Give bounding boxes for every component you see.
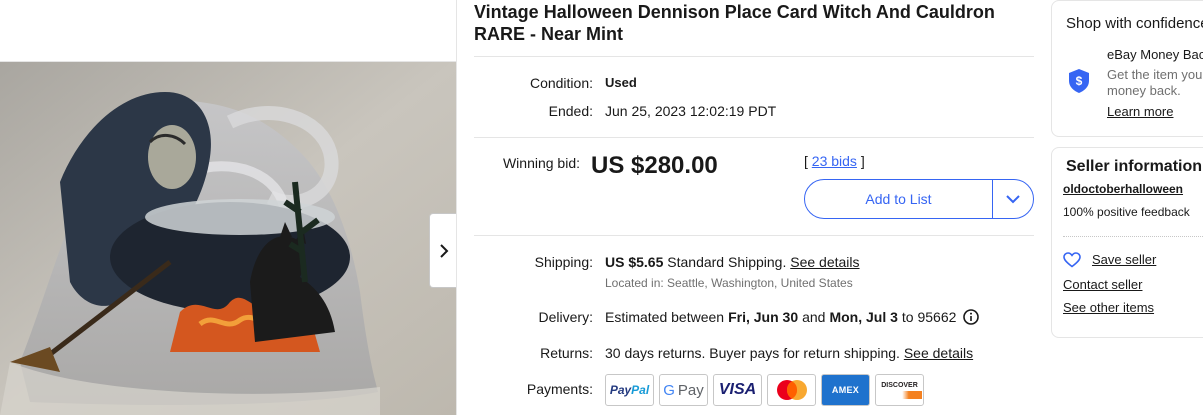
divider bbox=[1063, 236, 1203, 237]
seller-feedback-score: 100% positive feedback bbox=[1063, 205, 1190, 219]
item-title: Vintage Halloween Dennison Place Card Wi… bbox=[474, 2, 995, 44]
shipping-label: Shipping: bbox=[534, 254, 593, 270]
returns-text: 30 days returns. Buyer pays for return s… bbox=[605, 345, 900, 361]
image-gallery bbox=[0, 0, 457, 415]
shipping-method: Standard Shipping. bbox=[667, 254, 787, 270]
payment-methods: Pay Pal G Pay VISA AMEX DISCOVER bbox=[605, 374, 924, 406]
svg-text:$: $ bbox=[1076, 74, 1083, 88]
guarantee-description-line-2: money back. bbox=[1107, 83, 1181, 98]
save-seller-link[interactable]: Save seller bbox=[1092, 252, 1156, 267]
payments-label: Payments: bbox=[526, 381, 593, 397]
shipping-see-details-link[interactable]: See details bbox=[790, 254, 859, 270]
shield-dollar-icon: $ bbox=[1069, 69, 1089, 93]
chevron-right-icon bbox=[439, 243, 448, 258]
amex-logo: AMEX bbox=[821, 374, 870, 406]
bids-bracket-open: [ bbox=[804, 153, 808, 169]
delivery-end-date: Mon, Jul 3 bbox=[829, 309, 898, 325]
learn-more-link[interactable]: Learn more bbox=[1107, 104, 1173, 119]
delivery-label: Delivery: bbox=[538, 309, 593, 325]
delivery-prefix: Estimated between bbox=[605, 309, 725, 325]
winning-bid-price: US $280.00 bbox=[591, 152, 718, 179]
returns-value: 30 days returns. Buyer pays for return s… bbox=[605, 345, 973, 361]
shop-with-confidence-card: Shop with confidence $ eBay Money Back G… bbox=[1051, 0, 1203, 137]
bids-bracket-close: ] bbox=[860, 153, 865, 169]
ended-label: Ended: bbox=[548, 103, 593, 119]
item-photo[interactable] bbox=[0, 62, 457, 415]
guarantee-description-line-1: Get the item you ordered or get your bbox=[1107, 67, 1203, 82]
chevron-down-icon bbox=[1006, 194, 1020, 203]
info-icon[interactable] bbox=[963, 309, 980, 325]
delivery-value: Estimated between Fri, Jun 30 and Mon, J… bbox=[605, 309, 980, 325]
add-to-list-dropdown[interactable] bbox=[993, 180, 1033, 218]
discover-logo: DISCOVER bbox=[875, 374, 924, 406]
delivery-zip: to 95662 bbox=[901, 309, 957, 325]
delivery-and: and bbox=[802, 309, 826, 325]
heart-icon[interactable] bbox=[1063, 252, 1081, 268]
divider bbox=[474, 137, 1034, 138]
contact-seller-link[interactable]: Contact seller bbox=[1063, 277, 1142, 292]
winning-bid-label: Winning bid: bbox=[502, 155, 580, 171]
gallery-previous-image-strip[interactable] bbox=[0, 0, 456, 62]
add-to-list-button-group: Add to List bbox=[804, 179, 1034, 219]
delivery-start-date: Fri, Jun 30 bbox=[728, 309, 799, 325]
shipping-price: US $5.65 bbox=[605, 254, 664, 270]
item-details: Vintage Halloween Dennison Place Card Wi… bbox=[474, 0, 1034, 415]
shop-card-title: Shop with confidence bbox=[1066, 15, 1203, 32]
condition-value: Used bbox=[605, 75, 637, 90]
shipping-value: US $5.65 Standard Shipping. See details bbox=[605, 254, 860, 270]
paypal-logo: Pay Pal bbox=[605, 374, 654, 406]
ended-value: Jun 25, 2023 12:02:19 PDT bbox=[605, 103, 777, 119]
returns-see-details-link[interactable]: See details bbox=[904, 345, 973, 361]
seller-username-link[interactable]: oldoctoberhalloween bbox=[1063, 182, 1183, 196]
divider bbox=[474, 235, 1034, 236]
guarantee-title: eBay Money Back Guarantee bbox=[1107, 47, 1203, 62]
divider bbox=[474, 56, 1034, 57]
see-other-items-link[interactable]: See other items bbox=[1063, 300, 1154, 315]
google-pay-logo: G Pay bbox=[659, 374, 708, 406]
bids-count: [ 23 bids ] bbox=[804, 153, 865, 169]
seller-information-card: Seller information oldoctoberhalloween 1… bbox=[1051, 147, 1203, 338]
seller-card-title: Seller information bbox=[1066, 158, 1203, 175]
visa-logo: VISA bbox=[713, 374, 762, 406]
condition-label: Condition: bbox=[529, 75, 593, 91]
returns-label: Returns: bbox=[540, 345, 593, 361]
item-location: Located in: Seattle, Washington, United … bbox=[605, 276, 853, 290]
bids-link[interactable]: 23 bids bbox=[812, 153, 857, 169]
add-to-list-button[interactable]: Add to List bbox=[805, 180, 993, 218]
mastercard-logo bbox=[767, 374, 816, 406]
next-image-button[interactable] bbox=[429, 213, 456, 288]
